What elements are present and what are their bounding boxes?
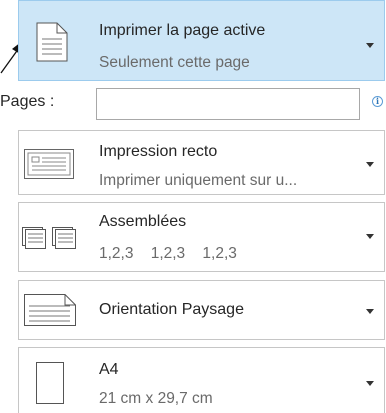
collation-dropdown[interactable]: Assemblées 1,2,3 1,2,3 1,2,3	[18, 202, 385, 272]
single-sided-icon	[24, 149, 74, 179]
orientation-title: Orientation Paysage	[99, 301, 244, 318]
chevron-down-icon	[366, 43, 374, 48]
sides-dropdown[interactable]: Impression recto Imprimer uniquement sur…	[18, 130, 385, 195]
print-range-icon-box	[19, 1, 97, 80]
collated-icon	[22, 227, 76, 249]
landscape-icon	[24, 294, 76, 326]
collation-title: Assemblées	[99, 213, 187, 230]
pages-row: Pages : i	[0, 86, 386, 122]
chevron-down-icon	[366, 381, 374, 386]
orientation-dropdown[interactable]: Orientation Paysage	[18, 280, 385, 340]
print-range-subtitle: Seulement cette page	[99, 54, 250, 71]
chevron-down-icon	[366, 234, 374, 239]
chevron-down-icon	[366, 309, 374, 314]
paper-size-subtitle: 21 cm x 29,7 cm	[99, 390, 213, 407]
paper-size-dropdown[interactable]: A4 21 cm x 29,7 cm	[18, 347, 385, 413]
print-range-title: Imprimer la page active	[99, 22, 266, 39]
paper-size-icon	[36, 362, 64, 404]
paper-size-title: A4	[99, 361, 119, 378]
collation-subtitle: 1,2,3 1,2,3 1,2,3	[99, 245, 237, 262]
pages-input[interactable]	[96, 88, 360, 120]
info-icon[interactable]: i	[372, 96, 383, 107]
pages-label: Pages :	[0, 93, 55, 110]
document-icon	[36, 22, 68, 62]
sides-subtitle: Imprimer uniquement sur u...	[99, 172, 298, 189]
print-range-dropdown[interactable]: Imprimer la page active Seulement cette …	[18, 0, 385, 81]
chevron-down-icon	[366, 162, 374, 167]
sides-title: Impression recto	[99, 143, 218, 160]
